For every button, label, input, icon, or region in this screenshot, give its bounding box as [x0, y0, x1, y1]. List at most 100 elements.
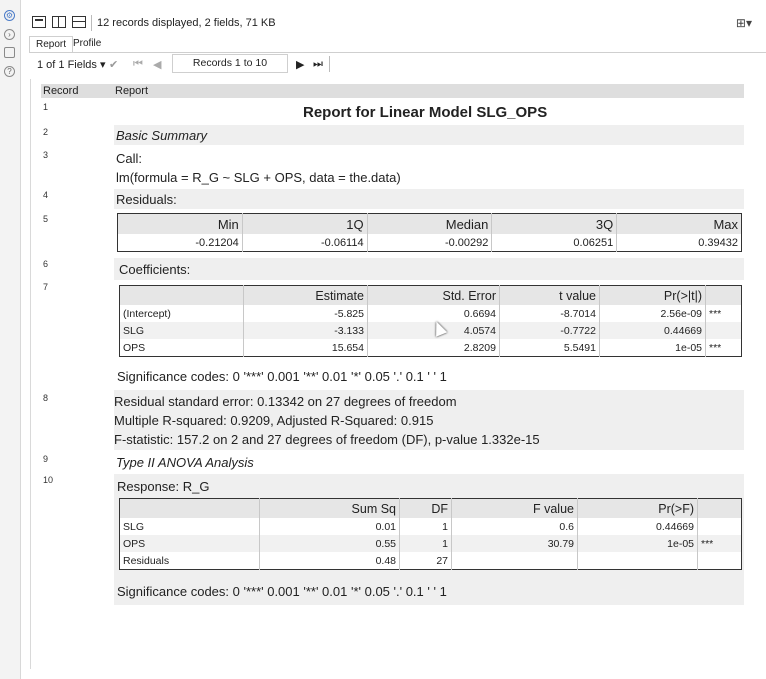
record-number: 4	[43, 190, 49, 200]
table-row: SLG 0.01 1 0.6 0.44669	[119, 518, 742, 535]
record-row[interactable]: Call: lm(formula = R_G ~ SLG + OPS, data…	[114, 148, 744, 188]
section-heading: Basic Summary	[116, 128, 208, 143]
last-record-icon[interactable]: ⏭	[313, 58, 323, 71]
window-options-icon[interactable]: ⊞▾	[736, 16, 752, 30]
record-row[interactable]: Coefficients:	[114, 258, 744, 280]
table-header-cell: Sum Sq	[259, 498, 400, 518]
record-row[interactable]: Estimate Std. Error t value Pr(>|t|) (In…	[114, 281, 744, 389]
significance-codes: Significance codes: 0 '***' 0.001 '**' 0…	[117, 369, 447, 384]
table-cell: 0.6	[451, 518, 578, 535]
table-row: OPS 0.55 1 30.79 1e-05 ***	[119, 535, 742, 552]
record-number: 3	[43, 150, 49, 160]
table-cell: SLG	[119, 518, 260, 535]
table-cell: -0.21204	[117, 234, 243, 252]
coefficients-table: Estimate Std. Error t value Pr(>|t|) (In…	[119, 285, 742, 357]
coefficients-heading: Coefficients:	[119, 262, 191, 277]
table-cell: ***	[697, 535, 742, 552]
table-cell: OPS	[119, 535, 260, 552]
table-cell	[697, 552, 742, 570]
record-row[interactable]: Response: R_G Sum Sq DF F value Pr(>F) S…	[114, 474, 744, 605]
record-row[interactable]: Min 1Q Median 3Q Max -0.21204 -0.06114 -…	[114, 209, 744, 259]
table-cell: Residuals	[119, 552, 260, 570]
table-cell: 0.06251	[491, 234, 618, 252]
table-cell	[577, 552, 698, 570]
table-cell: ***	[709, 341, 722, 354]
anova-table: Sum Sq DF F value Pr(>F) SLG 0.01 1 0.6 …	[119, 498, 742, 570]
first-record-icon[interactable]: ⏮	[133, 58, 143, 71]
significance-codes: Significance codes: 0 '***' 0.001 '**' 0…	[117, 584, 447, 599]
table-header-cell: Std. Error	[367, 285, 500, 305]
table-cell: SLG	[119, 322, 244, 339]
table-cell: 0.39432	[698, 236, 738, 249]
record-number: 2	[43, 127, 49, 137]
view-single-icon[interactable]	[32, 16, 46, 28]
table-cell	[451, 552, 578, 570]
table-cell: 0.44669	[577, 518, 698, 535]
table-cell: 0.01	[259, 518, 400, 535]
table-header-cell	[119, 285, 244, 305]
table-header-cell: DF	[399, 498, 452, 518]
residual-std-error: Residual standard error: 0.13342 on 27 d…	[114, 394, 457, 409]
view-split-horizontal-icon[interactable]	[72, 16, 86, 28]
table-row: OPS 15.654 2.8209 5.5491 1e-05 ***	[119, 339, 742, 357]
table-cell: 1	[399, 535, 452, 552]
record-number: 7	[43, 282, 49, 292]
record-row[interactable]: Report for Linear Model SLG_OPS	[114, 101, 744, 123]
records-range-field[interactable]: Records 1 to 10	[172, 54, 288, 73]
previous-record-icon[interactable]: ◀	[153, 58, 161, 71]
record-row[interactable]: Residuals:	[114, 189, 744, 209]
arrow-circle-icon[interactable]: ›	[4, 29, 15, 40]
f-statistic: F-statistic: 157.2 on 2 and 27 degrees o…	[114, 432, 540, 447]
results-panel: 12 records displayed, 2 fields, 71 KB ⊞▾…	[21, 0, 766, 679]
table-cell: 0.44669	[599, 322, 706, 339]
tag-icon[interactable]	[4, 47, 15, 58]
table-cell: 5.5491	[499, 339, 600, 357]
table-cell: -0.00292	[367, 234, 493, 252]
table-cell: -5.825	[243, 305, 368, 322]
tab-profile[interactable]: Profile	[67, 36, 107, 51]
table-cell: 1	[399, 518, 452, 535]
record-column-header[interactable]: Record	[43, 84, 78, 98]
table-header-cell: 3Q	[491, 213, 618, 234]
record-number: 8	[43, 393, 49, 403]
record-number: 6	[43, 259, 49, 269]
record-number: 5	[43, 214, 49, 224]
toolbar-divider	[91, 15, 92, 31]
record-row[interactable]: Type II ANOVA Analysis	[114, 452, 744, 472]
table-cell: 30.79	[451, 535, 578, 552]
table-header-cell: Min	[117, 213, 243, 234]
table-cell: 2.8209	[367, 339, 500, 357]
report-title: Report for Linear Model SLG_OPS	[303, 104, 548, 121]
next-record-icon[interactable]: ▶	[296, 58, 304, 71]
gear-icon[interactable]: ⚙	[4, 10, 15, 21]
table-cell: ***	[709, 307, 722, 320]
call-label: Call:	[116, 151, 143, 166]
chevron-down-icon: ▾	[99, 59, 106, 71]
table-cell: (Intercept)	[119, 305, 244, 322]
help-icon[interactable]: ?	[4, 66, 15, 77]
record-number: 9	[43, 454, 49, 464]
table-header-cell: Estimate	[243, 285, 368, 305]
table-cell: 0.55	[259, 535, 400, 552]
record-number: 1	[43, 102, 49, 112]
view-split-vertical-icon[interactable]	[52, 16, 66, 28]
left-tool-strip: ⚙ › ?	[0, 0, 21, 679]
table-header-cell	[119, 498, 260, 518]
report-column-header[interactable]: Report	[115, 84, 148, 98]
table-header-cell: F value	[451, 498, 578, 518]
tab-divider	[29, 52, 766, 53]
record-navigation: 1 of 1 Fields ▾ ✔ ⏮ ◀ Records 1 to 10 ▶ …	[29, 54, 766, 76]
table-cell: 1e-05	[599, 339, 706, 357]
record-row[interactable]: Basic Summary	[114, 125, 744, 145]
record-row[interactable]: Residual standard error: 0.13342 on 27 d…	[114, 390, 744, 450]
nav-divider	[329, 56, 330, 72]
table-cell	[697, 518, 742, 535]
fields-select[interactable]: 1 of 1 Fields ▾	[37, 58, 106, 71]
checkmark-icon[interactable]: ✔	[109, 58, 118, 71]
table-cell: -0.06114	[242, 234, 368, 252]
grid-header: Record Report	[41, 84, 744, 98]
table-cell: 0.6694	[367, 305, 500, 322]
section-heading: Type II ANOVA Analysis	[116, 455, 254, 470]
anova-response: Response: R_G	[117, 479, 210, 494]
table-cell: 1e-05	[577, 535, 698, 552]
